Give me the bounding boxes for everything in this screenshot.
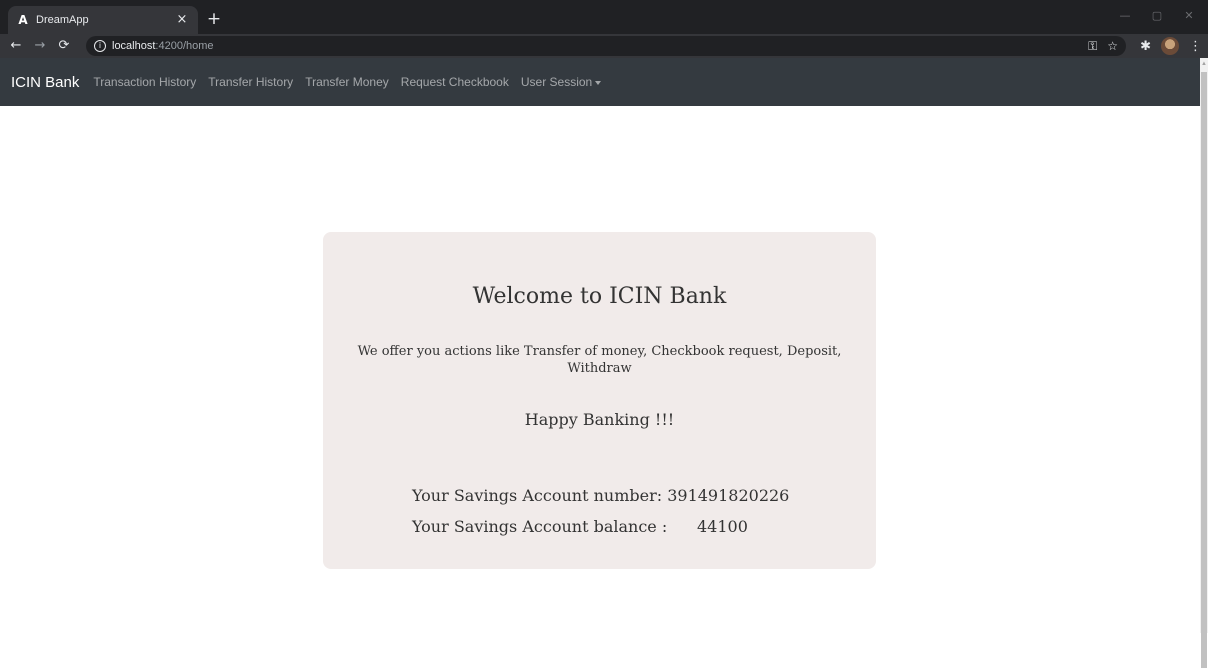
back-arrow-icon[interactable]: ←	[6, 36, 26, 56]
browser-tab[interactable]: A DreamApp ×	[8, 6, 198, 34]
maximize-icon[interactable]: ▢	[1144, 6, 1170, 26]
app-navbar: ICIN Bank Transaction History Transfer H…	[0, 58, 1200, 106]
extensions-puzzle-icon[interactable]: ✱	[1140, 39, 1151, 54]
account-number-label: Your Savings Account number:	[412, 486, 668, 505]
scroll-thumb[interactable]	[1201, 72, 1207, 668]
greeting-text: Happy Banking !!!	[524, 410, 675, 429]
brand-link[interactable]: ICIN Bank	[11, 74, 79, 91]
star-icon[interactable]: ☆	[1107, 39, 1118, 53]
close-window-icon[interactable]: ✕	[1176, 6, 1202, 26]
nav-request-checkbook[interactable]: Request Checkbook	[401, 75, 509, 89]
tab-title: DreamApp	[36, 14, 89, 26]
browser-tab-strip: A DreamApp × + — ▢ ✕	[0, 0, 1208, 34]
nav-user-session-label: User Session	[520, 75, 593, 89]
url-host: localhost	[112, 40, 156, 52]
caret-down-icon	[595, 80, 602, 85]
address-bar[interactable]: i localhost:4200/home ⚿ ☆	[86, 36, 1126, 56]
nav-user-session-dropdown[interactable]: User Session	[520, 75, 602, 89]
info-icon[interactable]: i	[94, 40, 106, 52]
reload-icon[interactable]: ⟳	[54, 36, 74, 56]
welcome-title: Welcome to ICIN Bank	[472, 284, 727, 309]
account-number-row: Your Savings Account number: 39149182022…	[412, 486, 789, 505]
scroll-up-arrow-icon[interactable]: ▲	[1200, 58, 1208, 70]
page-scrollbar[interactable]: ▲	[1200, 58, 1208, 668]
url-path: :4200/home	[155, 40, 214, 52]
nav-transfer-money[interactable]: Transfer Money	[305, 75, 389, 89]
minimize-icon[interactable]: —	[1112, 6, 1138, 26]
welcome-card: Welcome to ICIN Bank We offer you action…	[323, 232, 876, 569]
account-number-value: 391491820226	[667, 486, 790, 505]
angular-favicon-icon: A	[18, 13, 28, 27]
new-tab-button[interactable]: +	[204, 9, 224, 29]
nav-transaction-history[interactable]: Transaction History	[93, 75, 196, 89]
tab-close-icon[interactable]: ×	[174, 12, 190, 28]
balance-label: Your Savings Account balance :	[412, 517, 668, 536]
welcome-description: We offer you actions like Transfer of mo…	[357, 344, 842, 376]
menu-kebab-icon[interactable]: ⋮	[1189, 39, 1202, 54]
balance-value: 44100	[697, 517, 748, 536]
avatar[interactable]	[1161, 37, 1179, 55]
browser-toolbar: ← → ⟳ i localhost:4200/home ⚿ ☆ ✱ ⋮	[0, 34, 1208, 58]
forward-arrow-icon[interactable]: →	[30, 36, 50, 56]
nav-transfer-history[interactable]: Transfer History	[208, 75, 293, 89]
key-icon[interactable]: ⚿	[1088, 39, 1097, 54]
